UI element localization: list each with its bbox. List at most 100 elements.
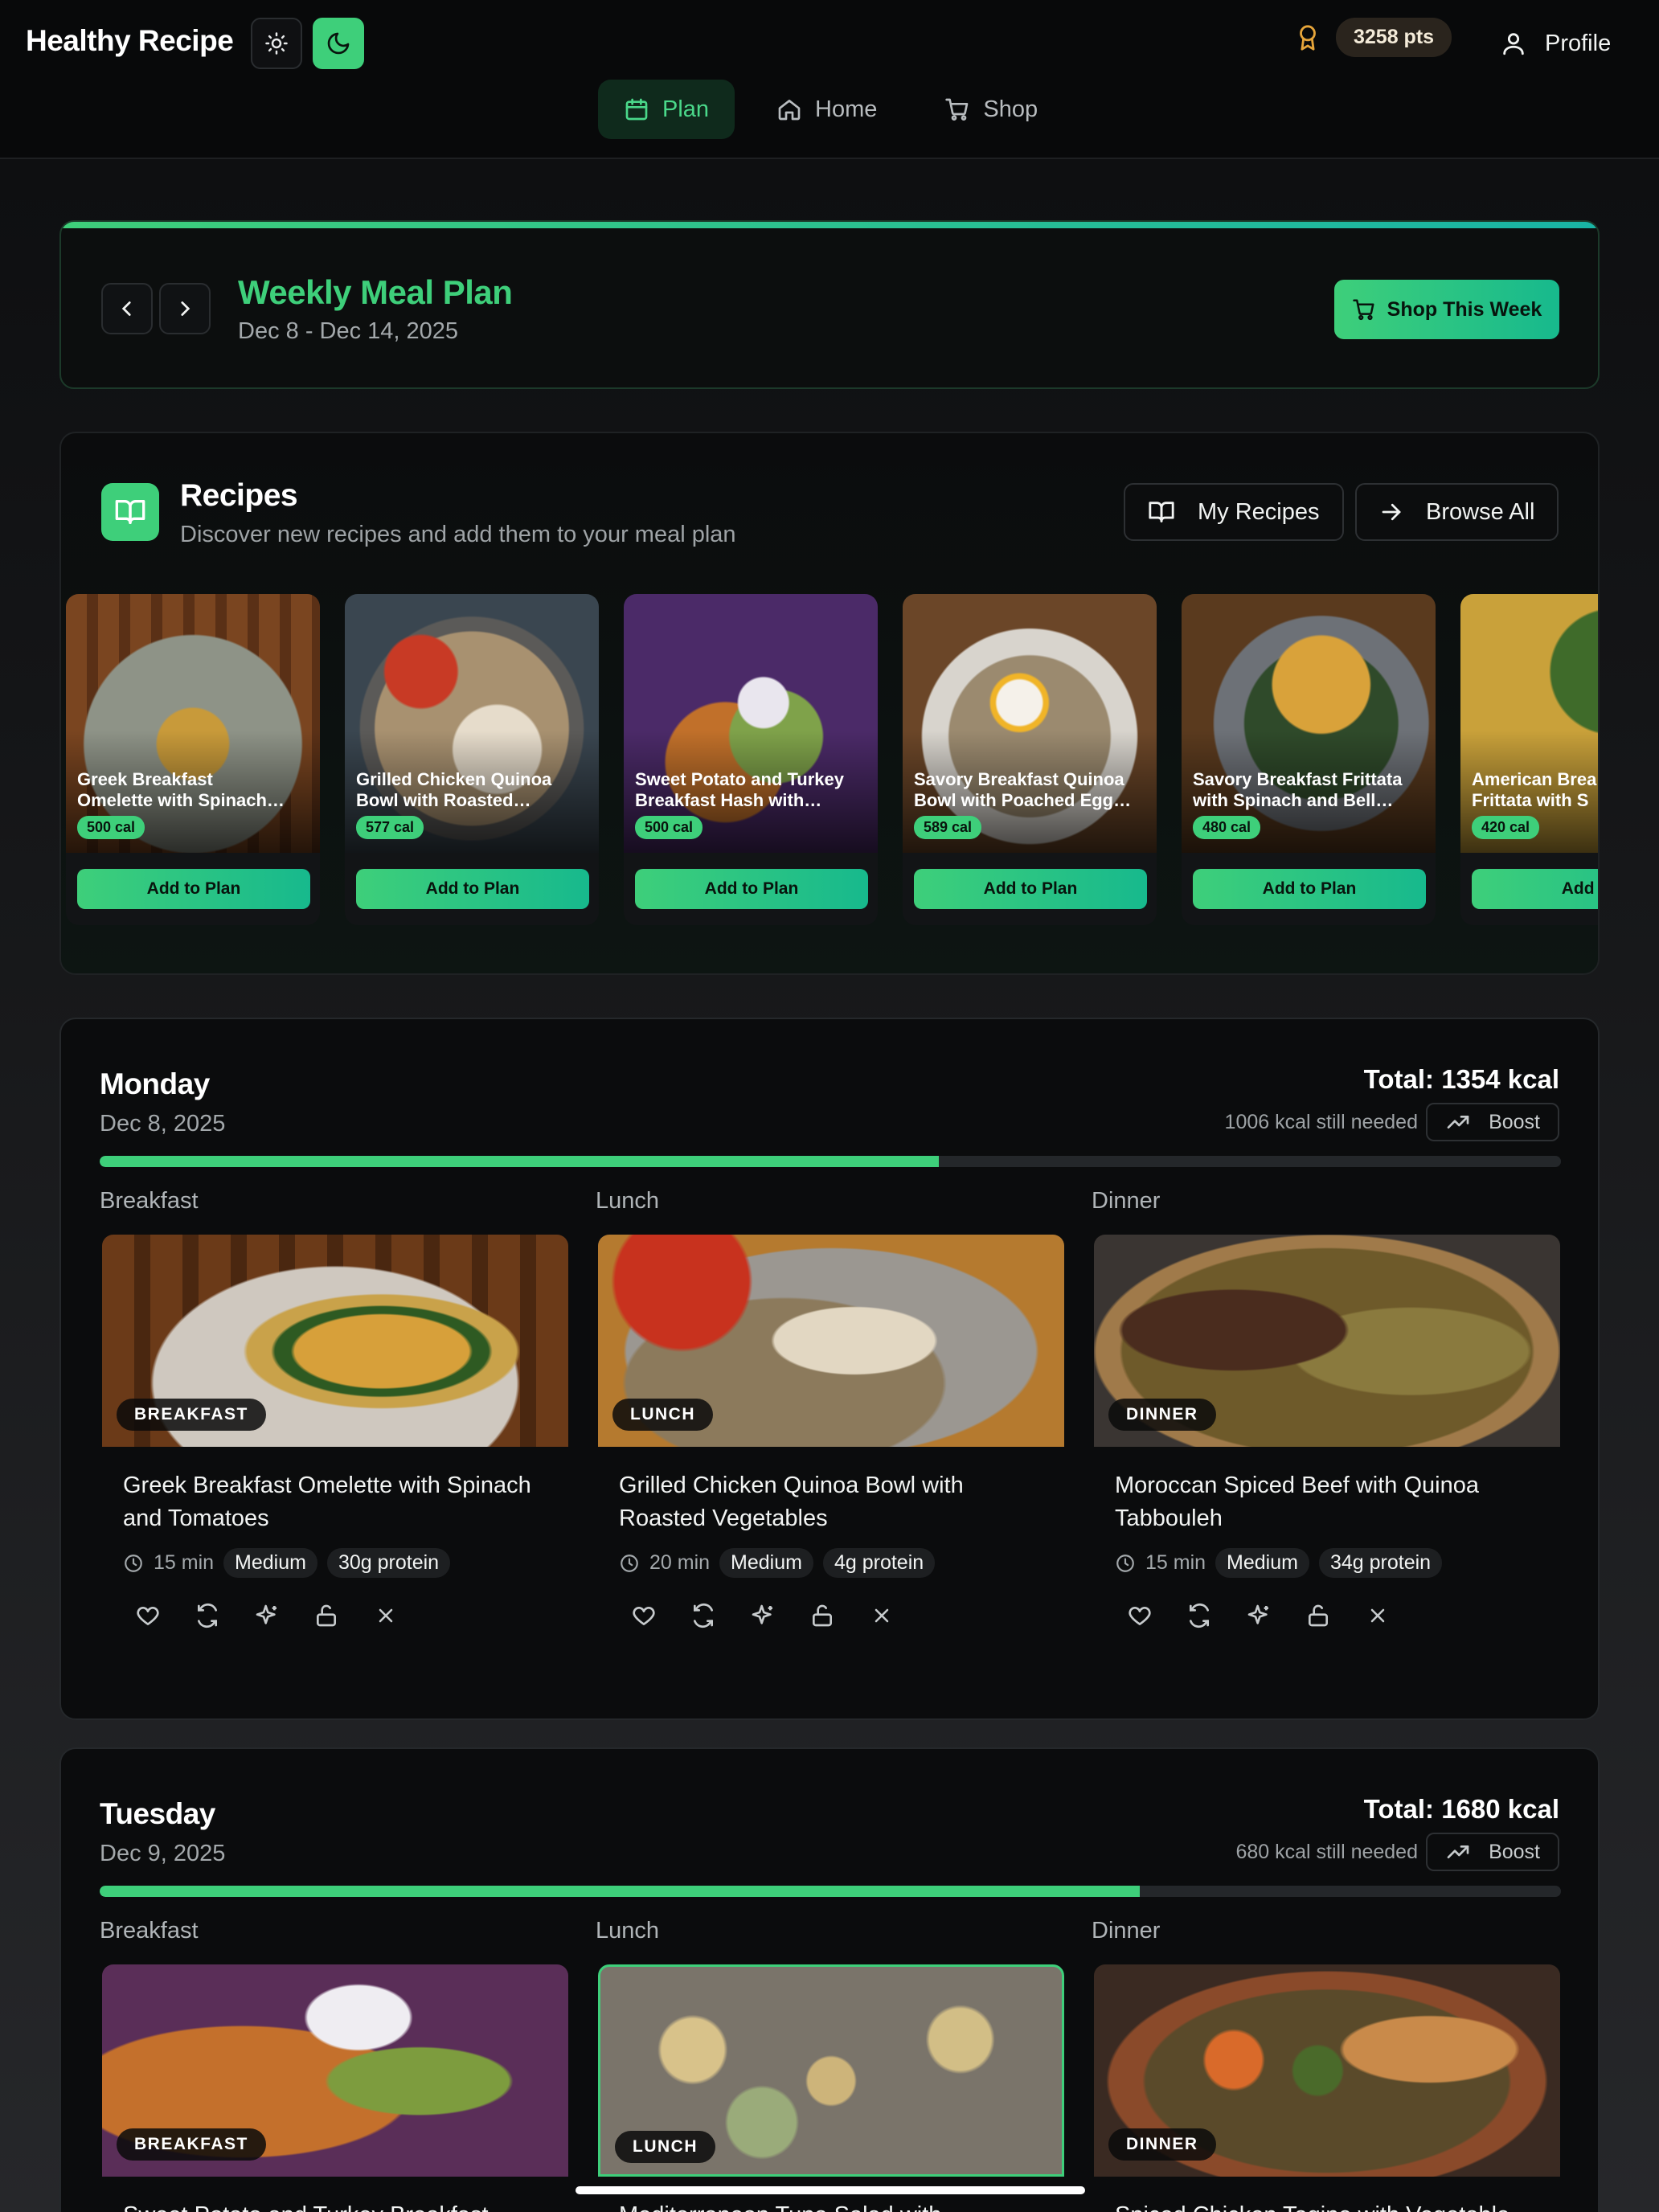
remove-button[interactable] xyxy=(868,1602,895,1629)
recipe-card[interactable]: Savory Breakfast Frittata with Spinach an… xyxy=(1182,594,1436,925)
recipe-name: Savory Breakfast Frittata with Spinach an… xyxy=(1193,769,1403,810)
heart-icon xyxy=(633,1607,655,1625)
award-icon xyxy=(1300,24,1316,51)
day-card-tuesday: Tuesday Dec 9, 2025 Total: 1680 kcal 680… xyxy=(59,1747,1600,2212)
remove-button[interactable] xyxy=(372,1602,399,1629)
meal-card[interactable]: BREAKFAST Greek Breakfast Omelette with … xyxy=(102,1235,568,1629)
unlock-icon xyxy=(1309,1604,1328,1627)
ai-suggest-button[interactable] xyxy=(1245,1602,1272,1629)
add-to-plan-button[interactable]: Add to Plan xyxy=(1193,869,1426,909)
cart-icon xyxy=(945,98,969,121)
recipe-name: Grilled Chicken Quinoa Bowl with Roasted… xyxy=(356,769,552,810)
swap-button[interactable] xyxy=(690,1602,717,1629)
week-range: Dec 8 - Dec 14, 2025 xyxy=(238,318,459,344)
recipes-subtitle: Discover new recipes and add them to you… xyxy=(180,522,736,547)
chevron-left-icon xyxy=(121,301,131,316)
meal-photo: BREAKFAST xyxy=(102,1235,568,1447)
recipe-carousel[interactable]: Greek Breakfast Omelette with Spinach… 50… xyxy=(66,594,1598,940)
meal-card[interactable]: LUNCH Mediterranean Tuna Salad with xyxy=(598,1964,1064,2212)
lock-button[interactable] xyxy=(809,1602,836,1629)
light-theme-button[interactable] xyxy=(251,18,302,69)
meal-card[interactable]: LUNCH Grilled Chicken Quinoa Bowl with R… xyxy=(598,1235,1064,1629)
meal-card[interactable]: BREAKFAST Sweet Potato and Turkey Breakf… xyxy=(102,1964,568,2212)
next-week-button[interactable] xyxy=(159,283,211,334)
lock-button[interactable] xyxy=(313,1602,340,1629)
meal-card[interactable]: DINNER Spiced Chicken Tagine with Vegeta… xyxy=(1094,1964,1560,2212)
recipe-name: Savory Breakfast Quinoa Bowl with Poached… xyxy=(914,769,1132,810)
profile-button[interactable]: Profile xyxy=(1500,18,1611,69)
recipe-card[interactable]: Grilled Chicken Quinoa Bowl with Roasted…… xyxy=(345,594,599,925)
meal-actions xyxy=(134,1602,568,1629)
boost-button[interactable]: Boost xyxy=(1426,1103,1559,1141)
favorite-button[interactable] xyxy=(1126,1602,1153,1629)
tab-shop-label: Shop xyxy=(983,96,1038,122)
recipe-card[interactable]: Greek Breakfast Omelette with Spinach… 50… xyxy=(66,594,320,925)
my-recipes-button[interactable]: My Recipes xyxy=(1124,483,1344,541)
my-recipes-label: My Recipes xyxy=(1198,498,1320,525)
favorite-button[interactable] xyxy=(630,1602,657,1629)
difficulty-chip: Medium xyxy=(223,1548,317,1578)
tab-home[interactable]: Home xyxy=(751,80,903,139)
ai-suggest-button[interactable] xyxy=(253,1602,281,1629)
add-to-plan-button[interactable]: Add to Plan xyxy=(914,869,1147,909)
calorie-badge: 589 cal xyxy=(914,816,982,839)
add-to-plan-button[interactable]: Add to Plan xyxy=(77,869,310,909)
recipe-card[interactable]: Savory Breakfast Quinoa Bowl with Poached… xyxy=(903,594,1157,925)
boost-button[interactable]: Boost xyxy=(1426,1833,1559,1871)
recipe-name: American Brea Frittata with S xyxy=(1472,769,1597,810)
day-date: Dec 9, 2025 xyxy=(100,1841,226,1866)
calorie-badge: 500 cal xyxy=(77,816,145,839)
dark-theme-button[interactable] xyxy=(313,18,364,69)
refresh-icon xyxy=(694,1603,713,1628)
meal-title: Sweet Potato and Turkey Breakfast xyxy=(123,2199,557,2212)
app-page: Healthy Recipe 3258 pts Profile Plan Hom… xyxy=(0,0,1659,2212)
meal-meta: 15 min Medium 34g protein xyxy=(1115,1548,1560,1578)
boost-label: Boost xyxy=(1489,1840,1540,1863)
previous-week-button[interactable] xyxy=(101,283,153,334)
unlock-icon xyxy=(317,1604,336,1627)
close-icon xyxy=(379,1608,393,1623)
meal-title: Spiced Chicken Tagine with Vegetable xyxy=(1115,2199,1549,2212)
recipes-section: Recipes Discover new recipes and add the… xyxy=(59,432,1600,975)
calorie-progress-bar xyxy=(100,1156,1561,1167)
sparkles-icon xyxy=(1247,1604,1268,1624)
day-name: Tuesday xyxy=(100,1797,215,1830)
close-icon xyxy=(1370,1608,1385,1623)
recipe-card[interactable]: Sweet Potato and Turkey Breakfast Hash wi… xyxy=(624,594,878,925)
home-indicator[interactable] xyxy=(576,2186,1085,2194)
lock-button[interactable] xyxy=(1305,1602,1332,1629)
browse-all-button[interactable]: Browse All xyxy=(1355,483,1559,541)
sun-icon xyxy=(265,32,288,55)
trending-up-icon xyxy=(1447,1845,1469,1858)
clock-icon xyxy=(1116,1554,1134,1572)
tab-plan[interactable]: Plan xyxy=(598,80,735,139)
meal-title: Greek Breakfast Omelette with Spinach an… xyxy=(123,1473,531,1531)
meal-meta: 15 min Medium 30g protein xyxy=(123,1548,568,1578)
ai-suggest-button[interactable] xyxy=(749,1602,776,1629)
meal-card[interactable]: DINNER Moroccan Spiced Beef with Quinoa … xyxy=(1094,1235,1560,1629)
add-to-plan-button[interactable]: Add to Plan xyxy=(635,869,868,909)
protein-chip: 34g protein xyxy=(1318,1548,1443,1578)
shop-this-week-button[interactable]: Shop This Week xyxy=(1334,280,1559,339)
accent-bar xyxy=(61,222,1598,228)
remove-button[interactable] xyxy=(1364,1602,1391,1629)
swap-button[interactable] xyxy=(194,1602,221,1629)
cart-icon xyxy=(1352,299,1374,321)
add-to-plan-button[interactable]: Add to xyxy=(1472,869,1598,909)
protein-chip: 30g protein xyxy=(326,1548,451,1578)
tab-shop[interactable]: Shop xyxy=(919,80,1063,139)
shop-this-week-label: Shop This Week xyxy=(1387,297,1542,321)
meal-photo: DINNER xyxy=(1094,1964,1560,2177)
prep-time: 15 min xyxy=(154,1551,215,1574)
meal-type-badge: LUNCH xyxy=(615,2131,715,2163)
favorite-button[interactable] xyxy=(134,1602,162,1629)
add-to-plan-button[interactable]: Add to Plan xyxy=(356,869,589,909)
meal-photo: LUNCH xyxy=(598,1235,1064,1447)
recipe-card[interactable]: American Brea Frittata with S 420 cal Add… xyxy=(1460,594,1598,925)
points-display: 3258 pts xyxy=(1294,18,1452,57)
home-icon xyxy=(778,100,801,121)
swap-button[interactable] xyxy=(1186,1602,1213,1629)
book-open-icon xyxy=(1149,502,1174,522)
refresh-icon xyxy=(1190,1603,1209,1628)
meal-actions xyxy=(1126,1602,1560,1629)
